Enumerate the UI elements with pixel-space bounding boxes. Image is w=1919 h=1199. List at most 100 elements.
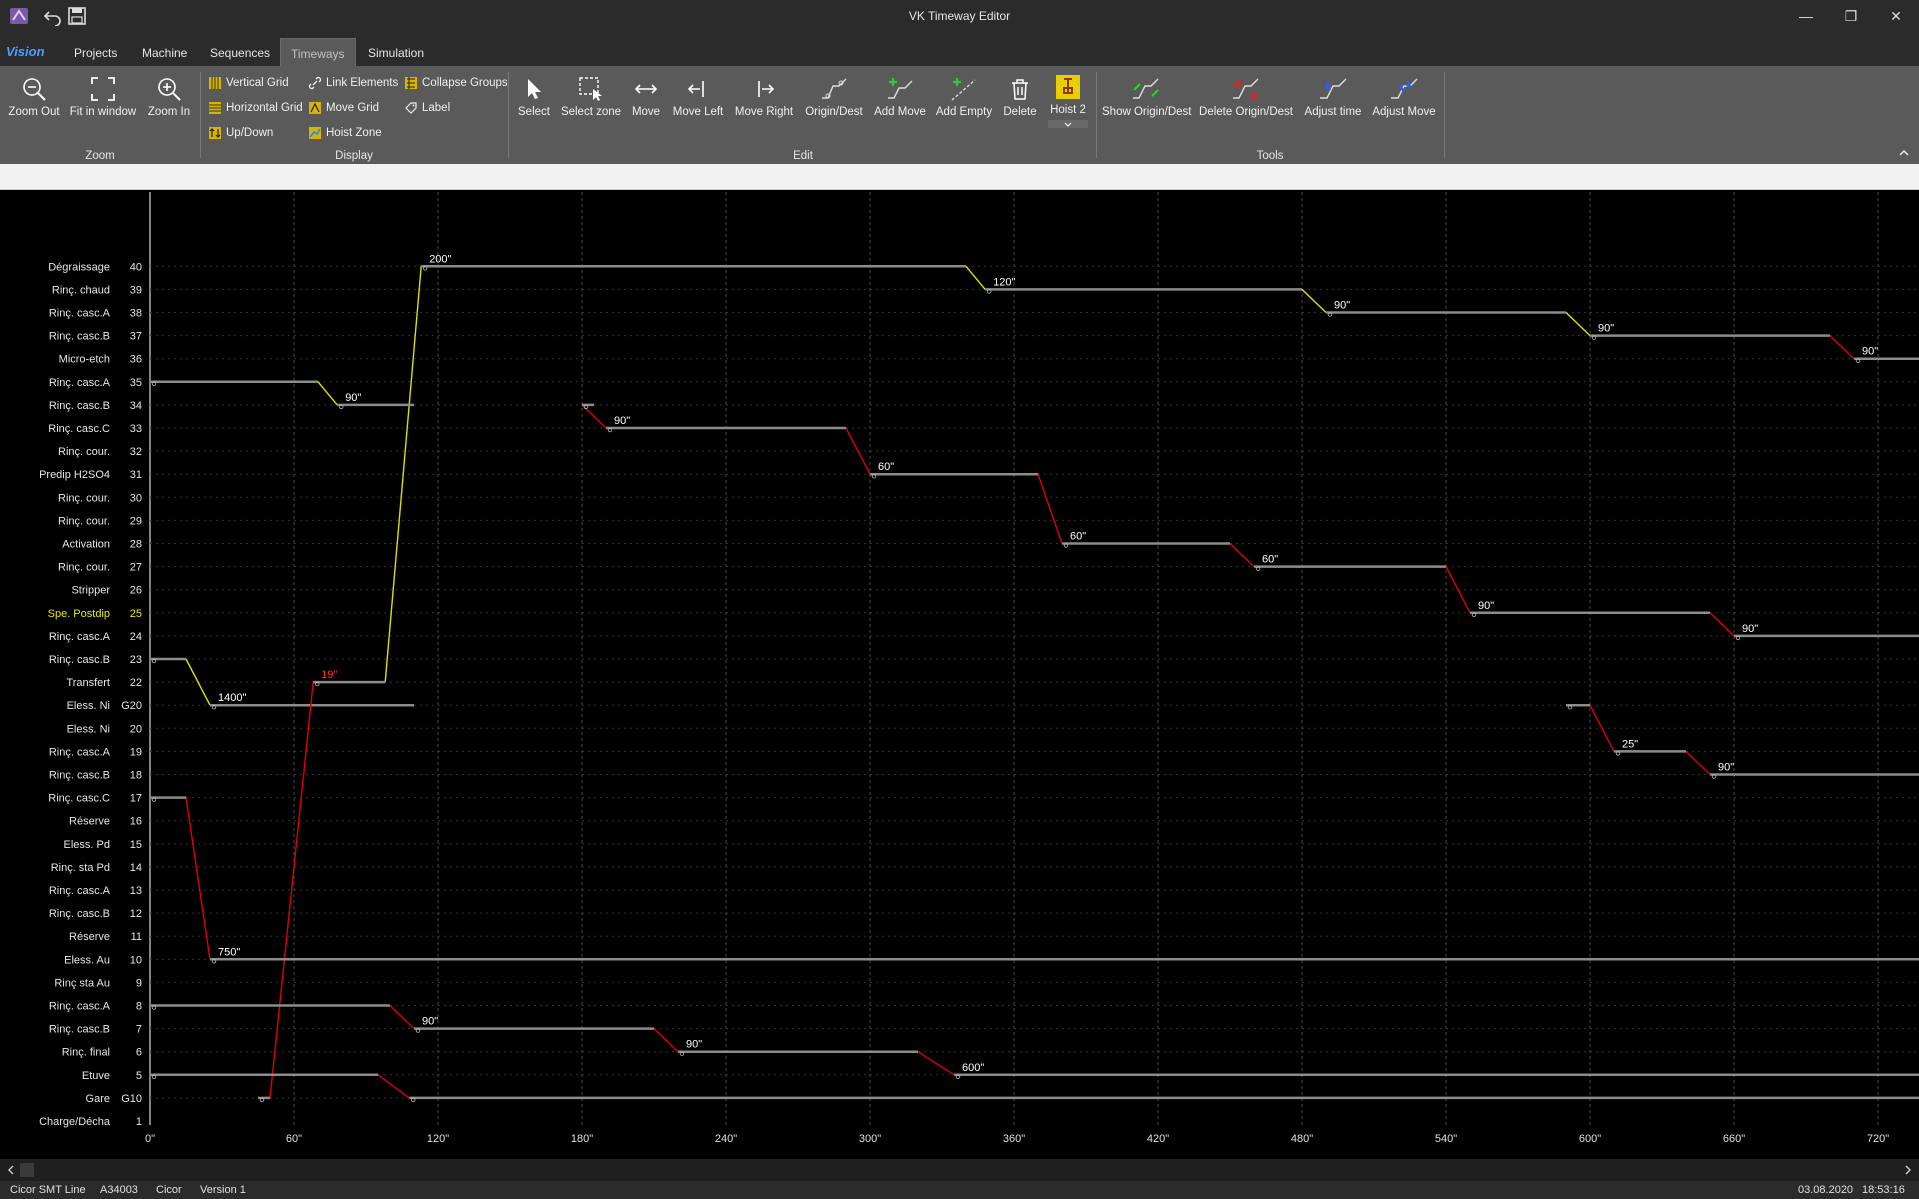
timeway-plot[interactable]: Charge/Décha 1 Gare G10 Etuve 5 Rinç. final 6 Ri… bbox=[0, 190, 1919, 1159]
station-name: Rinç. casc.C bbox=[48, 793, 110, 805]
label-toggle[interactable]: Label bbox=[404, 99, 450, 117]
hoist-zone-icon bbox=[309, 126, 321, 139]
hoist-zone-toggle[interactable]: Hoist Zone bbox=[308, 124, 382, 142]
station-code: 13 bbox=[130, 885, 142, 897]
station-code: 18 bbox=[130, 770, 142, 782]
x-tick-label: 180" bbox=[571, 1133, 593, 1145]
scroll-left-icon[interactable] bbox=[6, 1164, 16, 1176]
adjust-time-icon bbox=[1320, 78, 1347, 99]
add-empty-button[interactable]: Add Empty bbox=[934, 76, 994, 118]
station-labels: Charge/Décha 1 Gare G10 Etuve 5 Rinç. final 6 Ri… bbox=[39, 261, 142, 1128]
hoist-zone-label: Hoist Zone bbox=[326, 127, 382, 139]
status-project-code: A34003 bbox=[100, 1184, 138, 1196]
horizontal-scrollbar[interactable] bbox=[0, 1159, 1919, 1181]
move-button[interactable]: Move bbox=[628, 76, 664, 118]
station-code: 20 bbox=[130, 723, 142, 735]
move-line[interactable] bbox=[1301, 288, 1327, 314]
horizontal-grid-toggle[interactable]: Horizontal Grid bbox=[208, 99, 303, 117]
tab-timeways[interactable]: Timeways bbox=[280, 38, 356, 67]
move-right-button[interactable]: Move Right bbox=[732, 76, 796, 118]
station-name: Rinç. casc.B bbox=[49, 908, 110, 920]
station-code: 32 bbox=[130, 446, 142, 458]
move-line[interactable] bbox=[917, 1051, 955, 1076]
station-code: G10 bbox=[121, 1093, 142, 1105]
series[interactable]: 1400" 90" 200" 120" 90" 90" 19" 90" 90" 90" 60" 60"… bbox=[150, 253, 1919, 1103]
move-line[interactable] bbox=[653, 1028, 679, 1053]
adjust-move-button[interactable]: Adjust Move bbox=[1370, 76, 1438, 118]
move-left-button[interactable]: Move Left bbox=[670, 76, 726, 118]
move-line[interactable] bbox=[965, 265, 986, 290]
station-code: 36 bbox=[130, 354, 142, 366]
station-name: Rinç. casc.A bbox=[49, 377, 111, 389]
move-line[interactable] bbox=[389, 1004, 415, 1030]
zoom-out-button[interactable]: Zoom Out bbox=[4, 76, 64, 118]
collapse-groups-toggle[interactable]: Collapse Groups bbox=[404, 74, 508, 92]
move-right-icon bbox=[758, 81, 775, 97]
move-line[interactable] bbox=[1037, 473, 1063, 544]
hoist-dropdown-chevron-icon[interactable] bbox=[1048, 120, 1088, 128]
move-line[interactable] bbox=[185, 658, 211, 706]
select-button[interactable]: Select bbox=[514, 76, 554, 118]
station-name: Rinç. cour. bbox=[58, 562, 110, 574]
tab-projects[interactable]: Projects bbox=[64, 38, 127, 66]
move-line[interactable] bbox=[1445, 566, 1471, 614]
station-name: Eless. Ni bbox=[67, 723, 110, 735]
window-title: VK Timeway Editor bbox=[908, 9, 1011, 23]
minimize-button[interactable]: — bbox=[1786, 4, 1826, 28]
tools-group-title: Tools bbox=[1256, 150, 1284, 162]
move-line[interactable] bbox=[1589, 704, 1615, 752]
move-line[interactable] bbox=[317, 381, 338, 406]
zoom-in-label: Zoom In bbox=[147, 106, 191, 118]
station-name: Rinç. casc.B bbox=[49, 1024, 110, 1036]
zoom-out-icon bbox=[23, 78, 46, 101]
move-line[interactable] bbox=[377, 1074, 410, 1099]
link-elements-label: Link Elements bbox=[326, 77, 399, 89]
move-line[interactable] bbox=[1229, 542, 1255, 568]
adjust-time-button[interactable]: Adjust time bbox=[1302, 76, 1364, 118]
station-name: Rinç. casc.A bbox=[49, 1001, 111, 1013]
restore-button[interactable]: ❐ bbox=[1831, 4, 1871, 28]
group-separator bbox=[1096, 72, 1097, 158]
add-move-button[interactable]: Add Move bbox=[872, 76, 928, 118]
select-zone-button[interactable]: Select zone bbox=[558, 76, 624, 118]
station-name: Rinç. cour. bbox=[58, 446, 110, 458]
zoom-in-button[interactable]: Zoom In bbox=[142, 76, 196, 118]
move-line[interactable] bbox=[1565, 311, 1591, 337]
move-line[interactable] bbox=[185, 797, 211, 960]
x-tick-label: 60" bbox=[286, 1133, 302, 1145]
origin-dest-button[interactable]: Origin/Dest bbox=[800, 76, 868, 118]
station-name: Rinç. sta Pd bbox=[51, 862, 110, 874]
hoist-selector-button[interactable]: Hoist 2 bbox=[1044, 74, 1092, 128]
show-origin-dest-button[interactable]: Show Origin/Dest bbox=[1102, 76, 1191, 118]
link-elements-toggle[interactable]: Link Elements bbox=[308, 74, 398, 92]
tab-machine[interactable]: Machine bbox=[132, 38, 197, 66]
station-name: Spe. Postdip bbox=[48, 608, 110, 620]
move-grid-toggle[interactable]: Move Grid bbox=[308, 99, 379, 117]
station-name: Rinç sta Au bbox=[54, 977, 110, 989]
origin-dest-label: Origin/Dest bbox=[805, 106, 863, 118]
station-name: Eless. Pd bbox=[64, 839, 110, 851]
scroll-thumb[interactable] bbox=[20, 1163, 34, 1177]
timeway-chart[interactable]: Charge/Décha 1 Gare G10 Etuve 5 Rinç. final 6 Ri… bbox=[0, 190, 1919, 1159]
dwell-time-label: 120" bbox=[993, 276, 1015, 288]
collapse-ribbon-chevron-icon[interactable] bbox=[1898, 148, 1910, 158]
station-name: Rinç. casc.B bbox=[49, 400, 110, 412]
fit-in-window-button[interactable]: Fit in window bbox=[68, 76, 138, 118]
delete-origin-dest-button[interactable]: Delete Origin/Dest bbox=[1196, 76, 1296, 118]
vertical-grid-toggle[interactable]: Vertical Grid bbox=[208, 74, 289, 92]
tab-sequences[interactable]: Sequences bbox=[200, 38, 280, 66]
adjust-time-label: Adjust time bbox=[1304, 106, 1362, 118]
tab-simulation[interactable]: Simulation bbox=[358, 38, 434, 66]
delete-button[interactable]: Delete bbox=[1000, 76, 1040, 118]
move-line[interactable] bbox=[1709, 612, 1735, 637]
move-line[interactable] bbox=[1829, 335, 1855, 360]
up-down-toggle[interactable]: Up/Down bbox=[208, 124, 273, 142]
dwell-time-label: 60" bbox=[1262, 554, 1278, 566]
station-name: Micro-etch bbox=[59, 354, 110, 366]
close-button[interactable]: ✕ bbox=[1876, 4, 1916, 28]
station-code: 29 bbox=[130, 515, 142, 527]
move-line[interactable] bbox=[845, 427, 871, 475]
scroll-right-icon[interactable] bbox=[1903, 1164, 1913, 1176]
move-line[interactable] bbox=[1685, 750, 1711, 776]
zoom-in-icon bbox=[158, 78, 181, 101]
